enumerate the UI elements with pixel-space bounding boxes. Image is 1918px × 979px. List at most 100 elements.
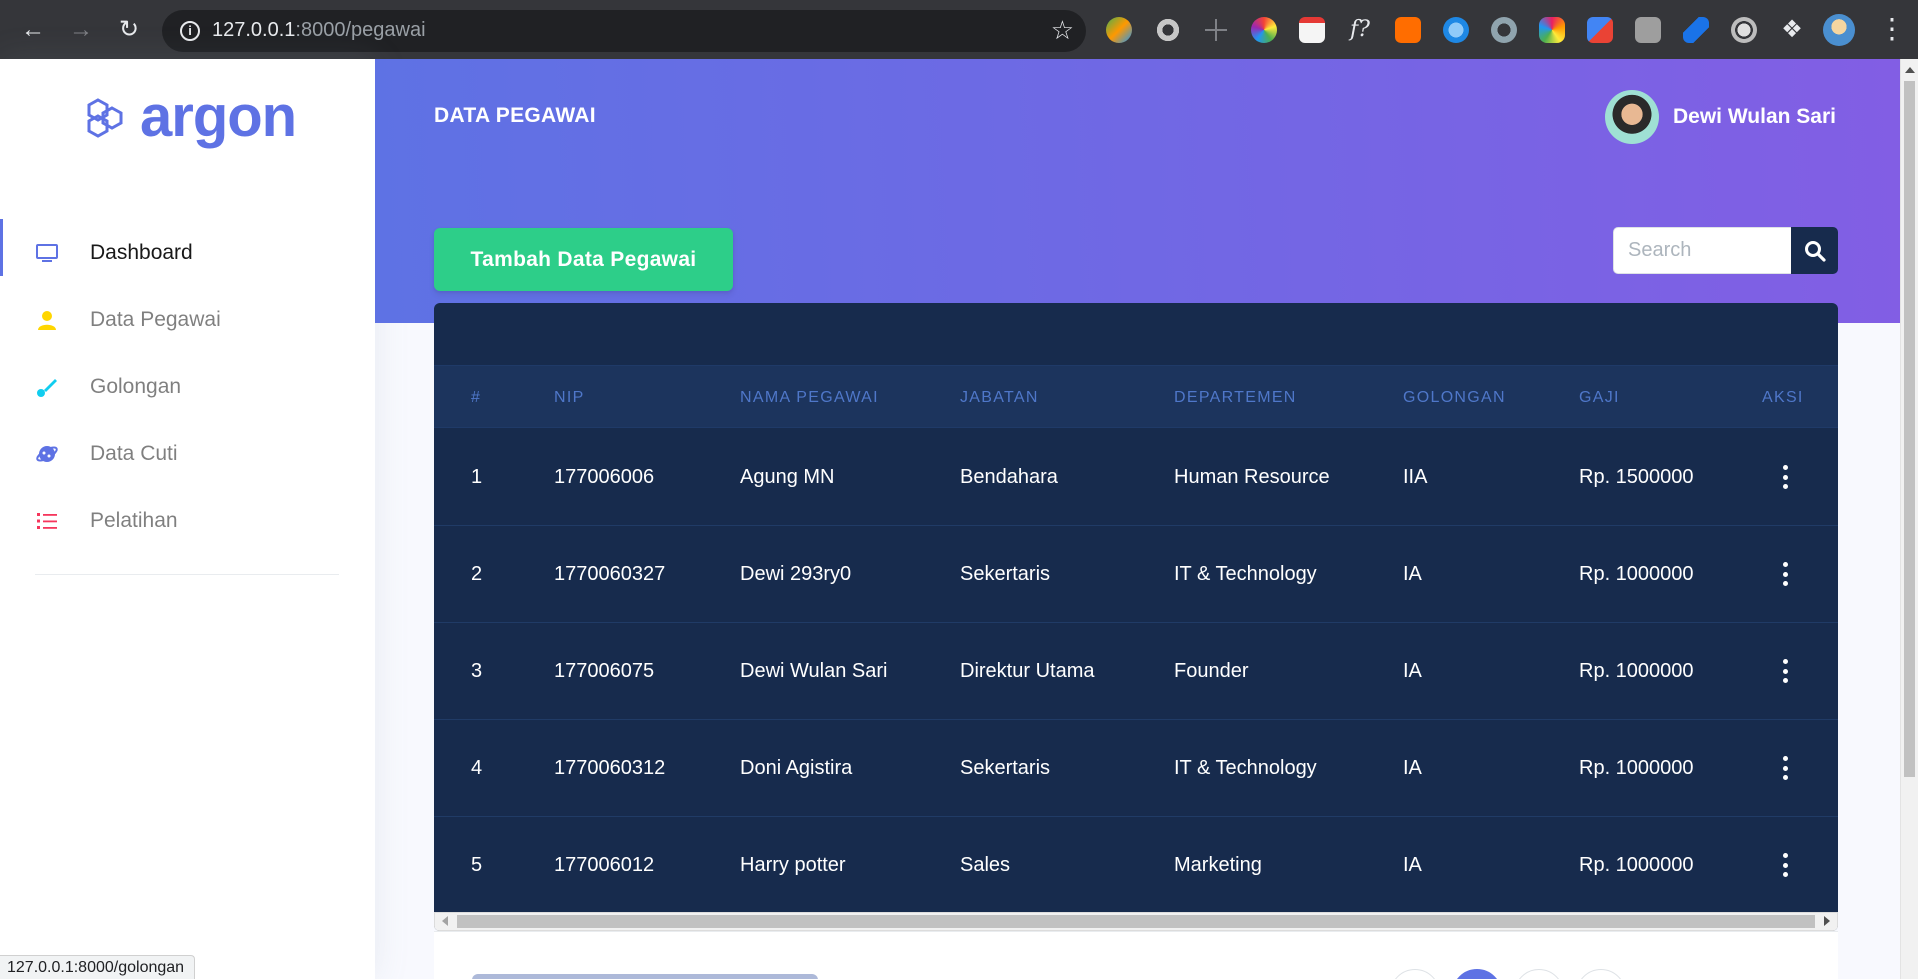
tv-icon xyxy=(36,243,58,262)
reload-icon[interactable]: ↻ xyxy=(112,13,146,47)
user-name: Dewi Wulan Sari xyxy=(1673,105,1836,128)
scroll-thumb[interactable] xyxy=(457,915,1815,928)
brand-logo[interactable]: argon xyxy=(84,84,297,149)
calendar-extension-icon[interactable] xyxy=(1299,17,1325,43)
page-title: DATA PEGAWAI xyxy=(434,104,596,127)
cell-departemen: Founder xyxy=(1174,660,1249,682)
user-menu[interactable]: Dewi Wulan Sari xyxy=(1605,90,1836,144)
sidebar: argon Dashboard Data Pegawai Golongan Da… xyxy=(0,59,375,979)
copy-extension-icon[interactable] xyxy=(1635,17,1661,43)
profile-avatar[interactable] xyxy=(1823,14,1855,46)
cell-nama: Agung MN xyxy=(740,466,835,488)
globe-extension-icon[interactable] xyxy=(1443,17,1469,43)
sidebar-item-label: Data Pegawai xyxy=(90,307,221,331)
card-footer xyxy=(434,931,1838,979)
pagination-page[interactable] xyxy=(1514,969,1564,979)
column-header-aksi: AKSI xyxy=(1762,389,1804,406)
brush-icon xyxy=(37,378,57,397)
cell-jabatan: Bendahara xyxy=(960,466,1058,488)
record-extension-icon[interactable] xyxy=(1731,17,1757,43)
cell-gaji: Rp. 1500000 xyxy=(1579,466,1694,488)
planet-icon xyxy=(36,445,58,462)
crosshair-extension-icon[interactable] xyxy=(1203,17,1229,43)
scroll-up-icon[interactable] xyxy=(1905,67,1915,73)
sidebar-item-data-pegawai[interactable]: Data Pegawai xyxy=(0,286,375,353)
add-pegawai-button[interactable]: Tambah Data Pegawai xyxy=(434,228,733,291)
site-info-icon[interactable]: i xyxy=(180,21,200,41)
avatar xyxy=(1605,90,1659,144)
page-vertical-scrollbar[interactable] xyxy=(1900,59,1918,979)
cell-gaji: Rp. 1000000 xyxy=(1579,660,1694,682)
cell-nama: Dewi 293ry0 xyxy=(740,563,852,585)
pagination-next[interactable] xyxy=(1576,969,1626,979)
chart-extension-icon[interactable] xyxy=(1395,17,1421,43)
hexagon-logo-icon xyxy=(87,98,123,138)
row-actions-menu-icon[interactable] xyxy=(1774,756,1796,780)
sidebar-item-label: Dashboard xyxy=(90,240,193,264)
chrome-menu-icon[interactable]: ⋮ xyxy=(1878,12,1906,46)
sidebar-item-golongan[interactable]: Golongan xyxy=(0,353,375,420)
column-header-nama: NAMA PEGAWAI xyxy=(740,389,879,406)
sidebar-item-data-cuti[interactable]: Data Cuti xyxy=(0,420,375,487)
list-icon xyxy=(37,512,57,529)
search-input[interactable] xyxy=(1613,227,1791,274)
cell-gaji: Rp. 1000000 xyxy=(1579,757,1694,779)
brand-name: argon xyxy=(140,84,297,149)
bookmark-star-icon[interactable]: ☆ xyxy=(1051,15,1074,46)
cell-jabatan: Sekertaris xyxy=(960,757,1051,779)
row-actions-menu-icon[interactable] xyxy=(1774,853,1796,877)
status-bar-link: 127.0.0.1:8000/golongan xyxy=(0,955,196,979)
column-header-no: # xyxy=(471,389,482,406)
table-horizontal-scrollbar[interactable] xyxy=(434,912,1838,931)
pagination-prev[interactable] xyxy=(1390,969,1440,979)
cell-no: 3 xyxy=(471,660,483,682)
browser-toolbar: ← → ↻ i 127.0.0.1:8000/pegawai ☆ f? ❖ ⋮ xyxy=(0,0,1918,59)
scroll-right-icon[interactable] xyxy=(1824,916,1830,926)
color-wheel-extension-icon[interactable] xyxy=(1251,17,1277,43)
cell-nama: Harry potter xyxy=(740,854,846,876)
font-extension-icon[interactable]: f? xyxy=(1347,17,1373,43)
back-icon[interactable]: ← xyxy=(16,13,50,47)
sidebar-item-dashboard[interactable]: Dashboard xyxy=(0,219,375,286)
ring-extension-icon[interactable] xyxy=(1491,17,1517,43)
user-icon xyxy=(38,310,56,330)
sidebar-nav: Dashboard Data Pegawai Golongan Data Cut… xyxy=(0,219,375,554)
search-icon xyxy=(1804,240,1826,262)
url-text[interactable]: 127.0.0.1:8000/pegawai xyxy=(212,19,426,42)
address-bar[interactable]: i 127.0.0.1:8000/pegawai ☆ xyxy=(162,10,1086,52)
row-actions-menu-icon[interactable] xyxy=(1774,659,1796,683)
cell-nip: 177006075 xyxy=(554,660,655,682)
cell-golongan: IA xyxy=(1403,854,1422,876)
cell-no: 4 xyxy=(471,757,483,779)
table-row: 2 1770060327 Dewi 293ry0 Sekertaris IT &… xyxy=(434,526,1838,623)
cell-no: 1 xyxy=(471,466,483,488)
scroll-left-icon[interactable] xyxy=(442,916,448,926)
cell-gaji: Rp. 1000000 xyxy=(1579,563,1694,585)
table-row: 1 177006006 Agung MN Bendahara Human Res… xyxy=(434,429,1838,526)
sidebar-item-label: Golongan xyxy=(90,374,182,398)
url-path: :8000/pegawai xyxy=(295,19,426,41)
row-actions-menu-icon[interactable] xyxy=(1774,465,1796,489)
extension-icon-1[interactable] xyxy=(1106,17,1132,43)
pagination-page-active[interactable] xyxy=(1452,969,1502,979)
forward-icon[interactable]: → xyxy=(64,13,98,47)
cell-jabatan: Sales xyxy=(960,854,1011,876)
column-header-jabatan: JABATAN xyxy=(960,389,1039,406)
cell-jabatan: Sekertaris xyxy=(960,563,1051,585)
cell-departemen: IT & Technology xyxy=(1174,563,1317,585)
row-actions-menu-icon[interactable] xyxy=(1774,562,1796,586)
search-button[interactable] xyxy=(1791,227,1838,274)
translate-extension-icon[interactable] xyxy=(1587,17,1613,43)
cell-nip: 177006012 xyxy=(554,854,655,876)
sidebar-item-pelatihan[interactable]: Pelatihan xyxy=(0,487,375,554)
puzzle-extensions-icon[interactable]: ❖ xyxy=(1779,17,1805,43)
cell-nama: Dewi Wulan Sari xyxy=(740,660,888,682)
scroll-thumb[interactable] xyxy=(1904,81,1915,777)
cell-departemen: Marketing xyxy=(1174,854,1262,876)
camera-extension-icon[interactable] xyxy=(1539,17,1565,43)
cell-golongan: IA xyxy=(1403,757,1422,779)
graduation-extension-icon[interactable] xyxy=(1683,17,1709,43)
sidebar-divider xyxy=(35,574,339,575)
gear-extension-icon[interactable] xyxy=(1155,17,1181,43)
url-host: 127.0.0.1 xyxy=(212,19,296,41)
